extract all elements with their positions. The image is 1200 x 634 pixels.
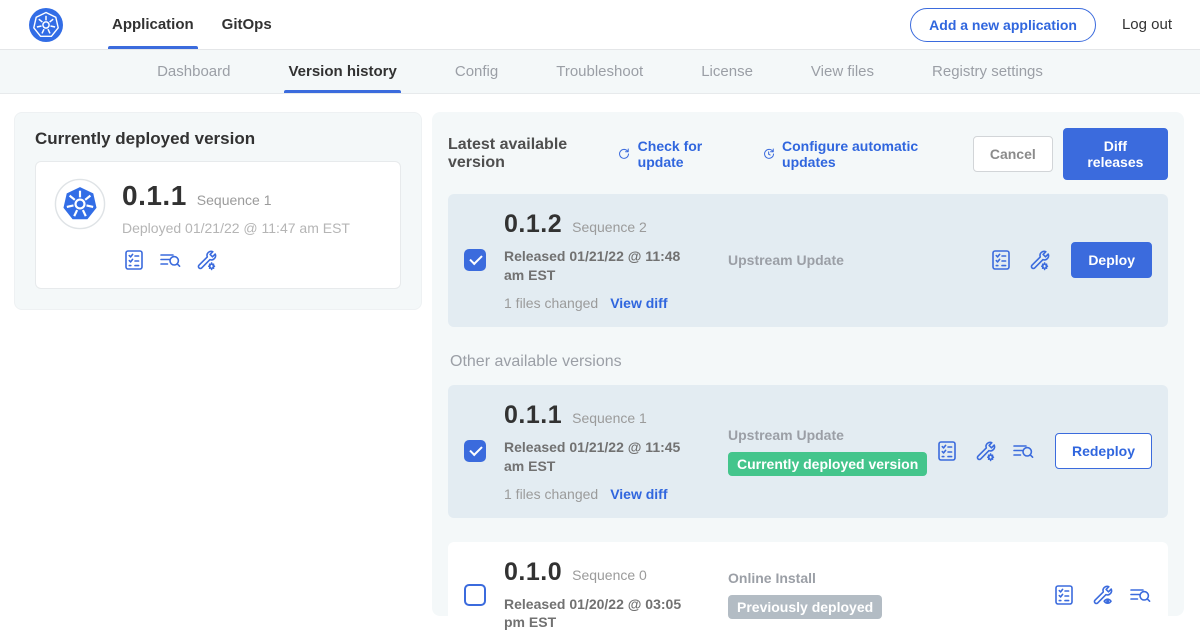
app-subnav: Dashboard Version history Config Trouble… — [0, 50, 1200, 94]
subtab-license[interactable]: License — [701, 50, 753, 93]
other-versions-label: Other available versions — [450, 353, 1168, 371]
deployed-version-tile: 0.1.1 Sequence 1 Deployed 01/21/22 @ 11:… — [35, 161, 401, 289]
version-history-panel: Latest available version Check for updat… — [432, 112, 1184, 616]
previously-deployed-badge: Previously deployed — [728, 595, 882, 619]
auto-update-clock-icon — [761, 145, 776, 163]
main-content: Currently deployed version 0.1.1 Sequenc… — [0, 94, 1200, 616]
deployed-version-number: 0.1.1 — [122, 180, 187, 212]
subtab-config[interactable]: Config — [455, 50, 498, 93]
version-row-0-1-0: 0.1.0 Sequence 0 Released 01/20/22 @ 03:… — [448, 542, 1168, 634]
version-checkbox[interactable] — [464, 584, 486, 606]
currently-deployed-card: Currently deployed version 0.1.1 Sequenc… — [14, 112, 422, 310]
check-for-update-link[interactable]: Check for update — [616, 138, 734, 170]
files-changed: 1 files changed — [504, 295, 598, 311]
subtab-troubleshoot[interactable]: Troubleshoot — [556, 50, 643, 93]
latest-version-title: Latest available version — [448, 136, 602, 172]
kubernetes-logo-icon — [28, 7, 64, 43]
version-source: Upstream Update — [728, 427, 935, 443]
released-timestamp: Released 01/20/22 @ 03:05 pm EST — [504, 595, 704, 633]
release-notes-icon[interactable] — [935, 439, 959, 463]
deploy-button[interactable]: Deploy — [1071, 242, 1152, 278]
version-checkbox[interactable] — [464, 249, 486, 271]
view-logs-icon[interactable] — [1128, 583, 1152, 607]
row-gap — [448, 518, 1168, 542]
version-row-0-1-1: 0.1.1 Sequence 1 Released 01/21/22 @ 11:… — [448, 385, 1168, 518]
add-new-application-button[interactable]: Add a new application — [910, 8, 1096, 42]
version-number: 0.1.2 — [504, 210, 562, 239]
view-config-icon[interactable] — [1090, 583, 1114, 607]
diff-releases-button[interactable]: Diff releases — [1063, 128, 1168, 180]
deployed-sequence: Sequence 1 — [197, 192, 272, 208]
configure-automatic-updates-link[interactable]: Configure automatic updates — [761, 138, 947, 170]
version-sequence: Sequence 1 — [572, 410, 647, 426]
released-timestamp: Released 01/21/22 @ 11:45 am EST — [504, 438, 704, 476]
edit-config-icon[interactable] — [973, 439, 997, 463]
released-timestamp: Released 01/21/22 @ 11:48 am EST — [504, 247, 704, 285]
cancel-button[interactable]: Cancel — [973, 136, 1053, 172]
redeploy-button[interactable]: Redeploy — [1055, 433, 1152, 469]
tab-gitops[interactable]: GitOps — [208, 0, 286, 49]
release-notes-icon[interactable] — [1052, 583, 1076, 607]
app-logo — [28, 0, 64, 49]
view-logs-icon[interactable] — [158, 248, 182, 272]
files-changed: 1 files changed — [504, 486, 598, 502]
view-diff-link[interactable]: View diff — [610, 486, 667, 502]
deployed-timestamp: Deployed 01/21/22 @ 11:47 am EST — [122, 220, 350, 236]
currently-deployed-badge: Currently deployed version — [728, 452, 927, 476]
version-number: 0.1.1 — [504, 401, 562, 430]
version-source: Online Install — [728, 570, 1052, 586]
deployed-card-title: Currently deployed version — [35, 129, 401, 149]
edit-config-icon[interactable] — [194, 248, 218, 272]
logout-link[interactable]: Log out — [1122, 0, 1172, 49]
subtab-dashboard[interactable]: Dashboard — [157, 50, 230, 93]
version-number: 0.1.0 — [504, 558, 562, 587]
version-sequence: Sequence 0 — [572, 567, 647, 583]
version-checkbox[interactable] — [464, 440, 486, 462]
version-sequence: Sequence 2 — [572, 219, 647, 235]
refresh-icon — [616, 145, 631, 163]
view-logs-icon[interactable] — [1011, 439, 1035, 463]
subtab-view-files[interactable]: View files — [811, 50, 874, 93]
header-spacer — [286, 0, 910, 49]
release-notes-icon[interactable] — [989, 248, 1013, 272]
release-notes-icon[interactable] — [122, 248, 146, 272]
view-diff-link[interactable]: View diff — [610, 295, 667, 311]
edit-config-icon[interactable] — [1027, 248, 1051, 272]
panel-header: Latest available version Check for updat… — [448, 128, 1168, 180]
version-row-0-1-2: 0.1.2 Sequence 2 Released 01/21/22 @ 11:… — [448, 194, 1168, 327]
subtab-version-history[interactable]: Version history — [288, 50, 396, 93]
kubernetes-app-icon — [54, 178, 106, 230]
version-source: Upstream Update — [728, 252, 989, 268]
tab-application[interactable]: Application — [98, 0, 208, 49]
top-header: Application GitOps Add a new application… — [0, 0, 1200, 50]
subtab-registry-settings[interactable]: Registry settings — [932, 50, 1043, 93]
